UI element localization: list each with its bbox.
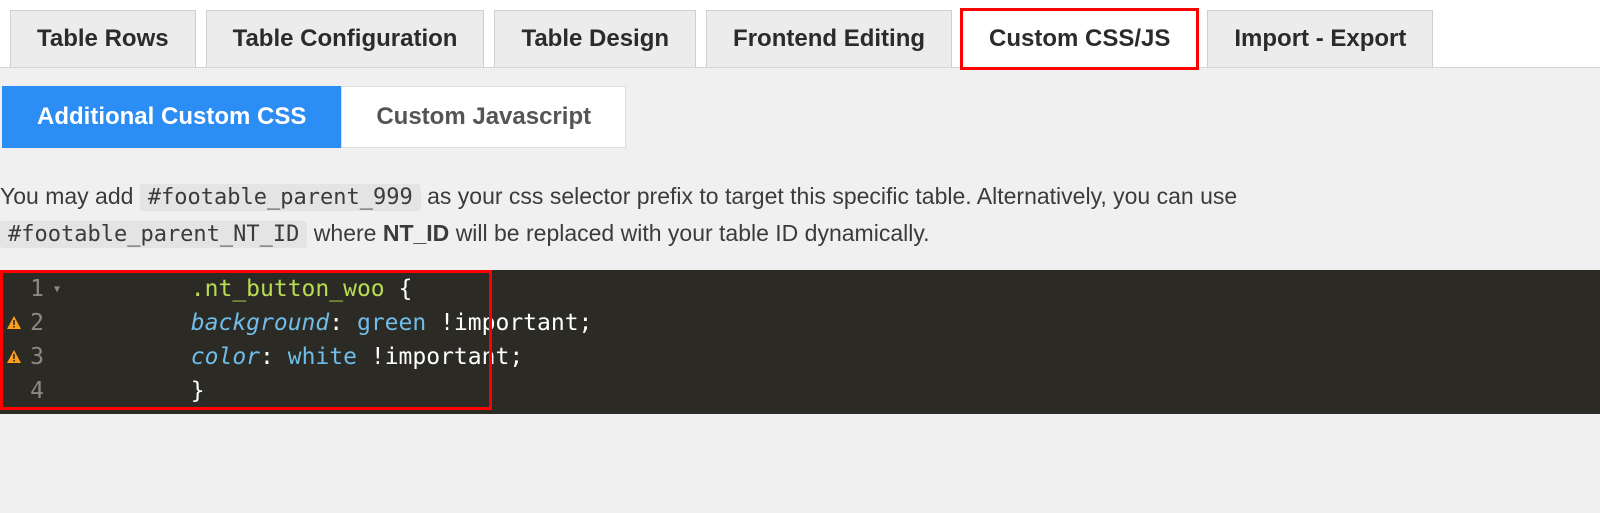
tab-import-export[interactable]: Import - Export (1207, 10, 1433, 67)
subtab-additional-custom-css[interactable]: Additional Custom CSS (2, 86, 341, 148)
selector-prefix-code: #footable_parent_999 (140, 184, 421, 211)
main-tab-bar: Table Rows Table Configuration Table Des… (0, 0, 1600, 68)
css-value: white (288, 344, 357, 370)
subtab-custom-javascript[interactable]: Custom Javascript (341, 86, 626, 148)
fold-icon[interactable]: ▼ (50, 282, 60, 297)
line-number: 3 (28, 340, 44, 375)
tab-table-design[interactable]: Table Design (494, 10, 696, 67)
editor-line[interactable]: 3 ▼ color: white !important; (0, 340, 1600, 374)
code-editor-wrap: 1 ▼ .nt_button_woo { 2 ▼ background: gre… (0, 270, 1600, 414)
line-number: 4 (28, 374, 44, 409)
sub-tab-bar: Additional Custom CSS Custom Javascript (0, 68, 1600, 148)
line-number: 2 (28, 306, 44, 341)
line-number: 1 (28, 272, 44, 307)
info-suffix: will be replaced with your table ID dyna… (456, 220, 930, 246)
tab-table-rows[interactable]: Table Rows (10, 10, 196, 67)
css-important: !important; (371, 344, 523, 370)
css-brace: } (191, 378, 205, 404)
css-code-editor[interactable]: 1 ▼ .nt_button_woo { 2 ▼ background: gre… (0, 270, 1600, 414)
info-mid: as your css selector prefix to target th… (427, 183, 1237, 209)
tab-table-configuration[interactable]: Table Configuration (206, 10, 485, 67)
warning-icon (6, 349, 22, 365)
warning-icon (6, 315, 22, 331)
info-prefix: You may add (0, 183, 140, 209)
tab-frontend-editing[interactable]: Frontend Editing (706, 10, 952, 67)
tab-custom-css-js[interactable]: Custom CSS/JS (962, 10, 1197, 67)
